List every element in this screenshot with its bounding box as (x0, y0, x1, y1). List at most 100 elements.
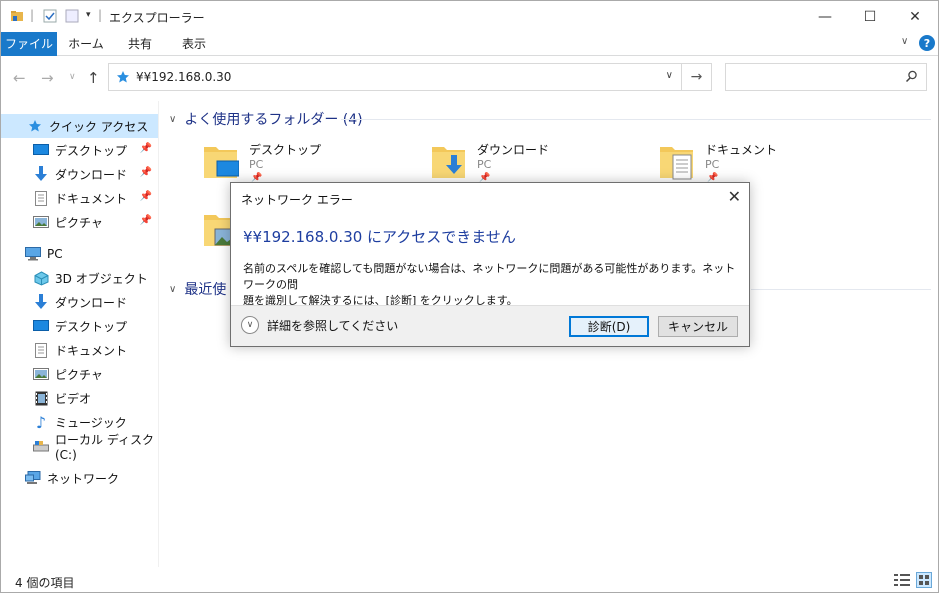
sidebar-item-download-pinned[interactable]: ダウンロード 📌 (1, 162, 158, 186)
sidebar-item-label: デスクトップ (55, 319, 128, 334)
tab-share[interactable]: 共有 (117, 32, 163, 56)
recent-locations-icon[interactable]: ∨ (69, 72, 76, 82)
forward-arrow-icon[interactable]: → (41, 69, 54, 87)
sidebar-item-label: ドキュメント (55, 343, 128, 358)
folder-name: ダウンロード (477, 143, 550, 157)
go-arrow-icon[interactable]: → (682, 63, 712, 91)
group-title: 最近使 (184, 282, 227, 298)
sidebar-item-quick-access[interactable]: クイック アクセス (1, 114, 158, 138)
close-button[interactable]: ✕ (892, 1, 938, 32)
sidebar-item-label: ダウンロード (55, 295, 128, 310)
document-icon (33, 190, 49, 206)
sidebar-item-desktop[interactable]: デスクトップ (1, 314, 158, 338)
video-icon (33, 390, 49, 406)
explorer-window: | ▾ | エクスプローラー — ☐ ✕ ファイル ホーム 共有 表示 ∨ ? … (0, 0, 939, 593)
expand-ribbon-icon[interactable]: ∨ (901, 36, 908, 47)
desktop-icon (33, 142, 49, 158)
minimize-button[interactable]: — (802, 1, 848, 32)
frequent-folders-header[interactable]: ∨ よく使用するフォルダー (4) (169, 109, 363, 129)
pin-icon: 📌 (139, 143, 152, 154)
maximize-button[interactable]: ☐ (847, 1, 893, 32)
chevron-down-icon: ∨ (169, 283, 177, 295)
sidebar-item-downloads[interactable]: ダウンロード (1, 290, 158, 314)
ribbon-tabs: ファイル ホーム 共有 表示 ∨ ? (1, 32, 938, 56)
sidebar-item-pc[interactable]: PC (1, 242, 158, 266)
folder-location: PC (705, 158, 720, 171)
tab-file[interactable]: ファイル (1, 32, 57, 56)
details-view-icon[interactable] (894, 573, 910, 587)
sidebar-item-documents[interactable]: ドキュメント (1, 338, 158, 362)
sidebar-item-label: クイック アクセス (49, 119, 149, 134)
sidebar-item-3d-objects[interactable]: 3D オブジェクト (1, 266, 158, 290)
disk-icon (33, 438, 49, 454)
sidebar-item-label: ミュージック (55, 415, 127, 430)
search-input[interactable] (725, 63, 927, 91)
navigation-pane: クイック アクセス デスクトップ 📌 ダウンロード 📌 ドキュメント 📌 ピクチ… (1, 101, 159, 567)
chevron-down-icon: ∨ (169, 113, 177, 125)
back-arrow-icon[interactable]: ← (13, 69, 26, 87)
sidebar-item-documents-pinned[interactable]: ドキュメント 📌 (1, 186, 158, 210)
pin-icon: 📌 (139, 167, 152, 178)
folder-name: デスクトップ (249, 143, 322, 157)
folder-icon[interactable] (10, 9, 24, 23)
title-bar: | ▾ | エクスプローラー — ☐ ✕ (1, 1, 938, 32)
document-icon (33, 342, 49, 358)
window-title: エクスプローラー (109, 11, 205, 25)
show-details-label: 詳細を参照してください (267, 318, 399, 333)
recent-files-header[interactable]: ∨ 最近使 (169, 279, 226, 299)
divider (751, 289, 931, 290)
folder-name: ドキュメント (705, 143, 778, 157)
new-folder-icon[interactable] (65, 9, 79, 23)
customize-toolbar-icon[interactable]: ▾ (86, 10, 91, 20)
up-arrow-icon[interactable]: ↑ (87, 69, 100, 87)
cancel-button[interactable]: キャンセル (658, 316, 738, 337)
sidebar-item-label: ドキュメント (55, 191, 128, 206)
sidebar-item-label: PC (47, 247, 63, 261)
separator: | (30, 8, 35, 22)
sidebar-item-local-disk[interactable]: ローカル ディスク (C:) (1, 433, 158, 462)
address-path: ¥¥192.168.0.30 (136, 70, 232, 84)
properties-icon[interactable] (43, 9, 57, 23)
address-bar[interactable]: ¥¥192.168.0.30 ∨ (108, 63, 682, 91)
tab-home[interactable]: ホーム (63, 32, 109, 56)
item-count: 4 個の項目 (15, 576, 75, 590)
desktop-icon (33, 318, 49, 334)
dialog-message-line: 名前のスペルを確認しても問題がない場合は、ネットワークに問題がある可能性がありま… (243, 262, 736, 291)
sidebar-item-videos[interactable]: ビデオ (1, 386, 158, 410)
tab-view[interactable]: 表示 (171, 32, 217, 56)
sidebar-item-pictures[interactable]: ピクチャ (1, 362, 158, 386)
separator: | (98, 8, 103, 22)
help-icon[interactable]: ? (919, 35, 935, 51)
picture-icon (33, 214, 49, 230)
sidebar-item-label: ピクチャ (55, 215, 103, 230)
divider (341, 119, 931, 120)
navigation-bar: ← → ∨ ↑ ¥¥192.168.0.30 ∨ → (1, 57, 938, 97)
status-bar: 4 個の項目 (1, 568, 938, 592)
chevron-down-icon: ∨ (241, 316, 259, 334)
sidebar-item-network[interactable]: ネットワーク (1, 466, 158, 490)
diagnose-button[interactable]: 診断(D) (569, 316, 649, 337)
show-details-button[interactable]: ∨ 詳細を参照してください (241, 316, 398, 334)
network-error-dialog: ネットワーク エラー ✕ ¥¥192.168.0.30 にアクセスできません 名… (230, 182, 750, 347)
folder-location: PC (477, 158, 492, 171)
large-icons-view-icon[interactable] (916, 572, 932, 588)
address-dropdown-icon[interactable]: ∨ (666, 70, 673, 81)
sidebar-item-label: ピクチャ (55, 367, 103, 382)
pin-icon: 📌 (139, 215, 152, 226)
dialog-footer: ∨ 詳細を参照してください 診断(D) キャンセル (231, 305, 749, 346)
network-icon (25, 470, 41, 486)
dialog-close-button[interactable]: ✕ (728, 187, 741, 206)
group-title: よく使用するフォルダー (4) (184, 112, 363, 128)
sidebar-item-label: ダウンロード (55, 167, 128, 182)
dialog-title: ネットワーク エラー (241, 193, 353, 207)
pin-icon: 📌 (139, 191, 152, 202)
sidebar-item-label: ビデオ (55, 391, 92, 406)
search-icon (905, 70, 917, 83)
sidebar-item-label: ネットワーク (47, 471, 120, 486)
sidebar-item-desktop-pinned[interactable]: デスクトップ 📌 (1, 138, 158, 162)
sidebar-item-label: デスクトップ (55, 143, 128, 158)
sidebar-item-pictures-pinned[interactable]: ピクチャ 📌 (1, 210, 158, 234)
dialog-message: 名前のスペルを確認しても問題がない場合は、ネットワークに問題がある可能性がありま… (243, 261, 743, 309)
music-icon: ♪ (35, 412, 47, 432)
desktop-folder-icon (204, 147, 239, 178)
